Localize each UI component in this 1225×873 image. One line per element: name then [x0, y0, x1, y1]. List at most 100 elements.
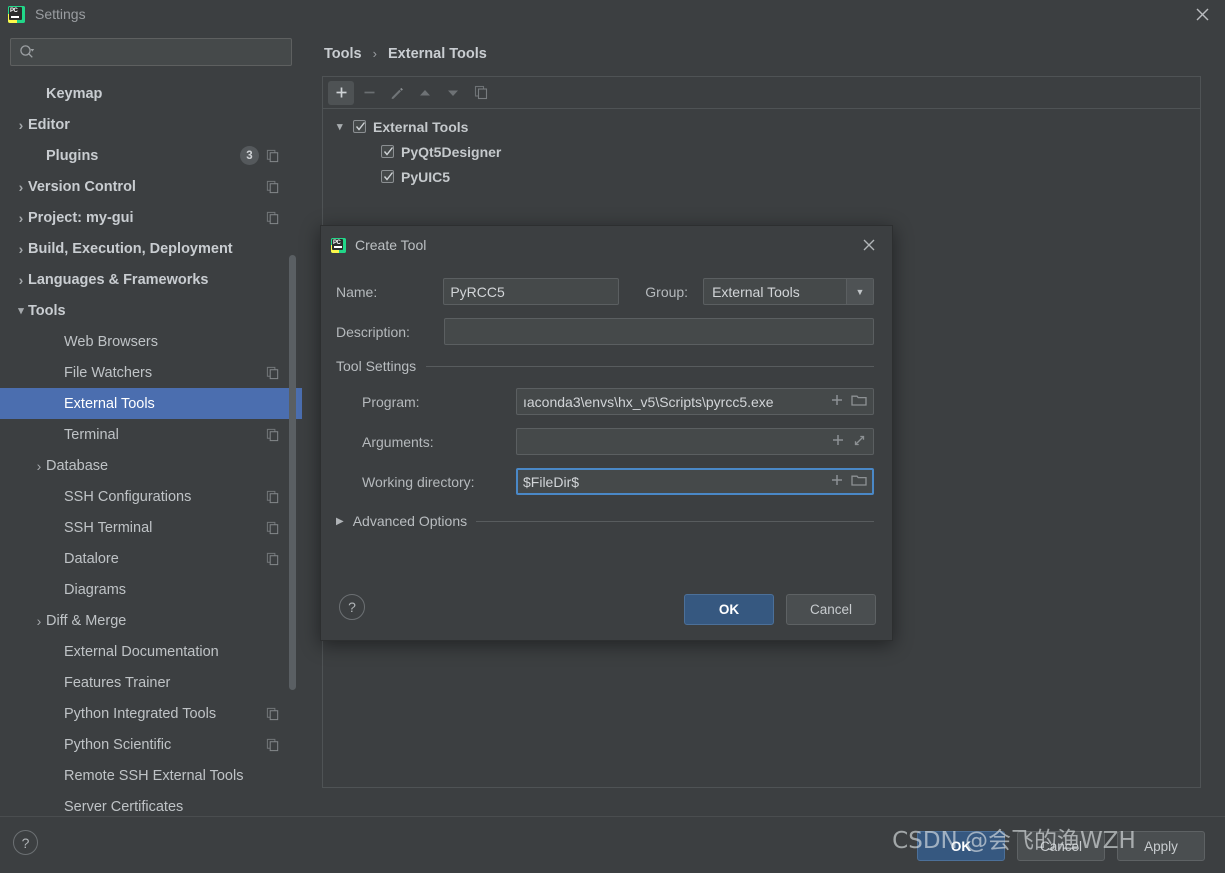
arguments-row: Arguments: [336, 428, 874, 455]
advanced-options-row[interactable]: ▶ Advanced Options [336, 513, 874, 529]
chevron-right-icon[interactable]: › [14, 210, 28, 226]
tool-checkbox[interactable] [381, 170, 394, 183]
chevron-right-icon[interactable]: › [32, 458, 46, 474]
sidebar-item-terminal[interactable]: Terminal [0, 419, 302, 450]
chevron-right-icon[interactable]: › [14, 272, 28, 288]
sidebar-item-ssh-terminal[interactable]: SSH Terminal [0, 512, 302, 543]
copy-settings-icon[interactable] [266, 180, 280, 194]
close-icon[interactable] [1179, 0, 1225, 28]
sidebar-item-database[interactable]: › Database [0, 450, 302, 481]
dialog-titlebar: PC Create Tool [321, 226, 892, 264]
sidebar-item-python-integrated-tools[interactable]: Python Integrated Tools [0, 698, 302, 729]
folder-icon[interactable] [851, 473, 867, 490]
program-value: ıaconda3\envs\hx_v5\Scripts\pyrcc5.exe [523, 393, 774, 410]
sidebar-item-diagrams[interactable]: Diagrams [0, 574, 302, 605]
search-input[interactable] [35, 44, 291, 60]
help-button[interactable]: ? [13, 830, 38, 855]
chevron-right-icon[interactable]: ▶ [336, 516, 344, 527]
sidebar-item-label: Plugins [46, 147, 99, 164]
edit-button[interactable] [384, 81, 410, 105]
group-dropdown[interactable]: External Tools ▼ [703, 278, 874, 305]
ok-button[interactable]: OK [917, 831, 1005, 861]
sidebar-item-web-browsers[interactable]: Web Browsers [0, 326, 302, 357]
sidebar-item-external-tools[interactable]: External Tools [0, 388, 302, 419]
tool-checkbox[interactable] [353, 120, 366, 133]
copy-settings-icon[interactable] [266, 211, 280, 225]
breadcrumb-parent[interactable]: Tools [324, 46, 362, 62]
sidebar-item-external-documentation[interactable]: External Documentation [0, 636, 302, 667]
breadcrumb: Tools › External Tools [322, 40, 1201, 76]
cancel-button[interactable]: Cancel [1017, 831, 1105, 861]
tool-tree-item[interactable]: PyQt5Designer [323, 139, 1200, 164]
external-tools-tree: ▾ External Tools PyQt5Designer PyUIC5 [323, 109, 1200, 189]
sidebar-item-python-scientific[interactable]: Python Scientific [0, 729, 302, 760]
insert-macro-icon[interactable] [830, 393, 844, 410]
sidebar-item-plugins[interactable]: Plugins 3 [0, 140, 302, 171]
settings-sidebar: Keymap › Editor Plugins 3 › Version Control › Pr… [0, 28, 302, 816]
folder-icon[interactable] [851, 393, 867, 410]
sidebar-item-label: Tools [28, 302, 66, 319]
copy-settings-icon[interactable] [266, 490, 280, 504]
copy-settings-icon[interactable] [266, 521, 280, 535]
arguments-field[interactable] [516, 428, 874, 455]
tool-checkbox[interactable] [381, 145, 394, 158]
chevron-down-icon[interactable]: ▾ [14, 304, 28, 317]
search-box[interactable] [10, 38, 292, 66]
copy-settings-icon[interactable] [266, 552, 280, 566]
tool-tree-item-label: External Tools [373, 118, 469, 135]
dialog-ok-button[interactable]: OK [684, 594, 774, 625]
working-directory-value: $FileDir$ [523, 473, 580, 490]
insert-macro-icon[interactable] [831, 433, 845, 450]
search-container [0, 28, 302, 66]
tool-tree-item[interactable]: ▾ External Tools [323, 114, 1200, 139]
sidebar-item-keymap[interactable]: Keymap [0, 78, 302, 109]
chevron-right-icon[interactable]: › [14, 241, 28, 257]
sidebar-item-ssh-configurations[interactable]: SSH Configurations [0, 481, 302, 512]
sidebar-item-remote-ssh-external-tools[interactable]: Remote SSH External Tools [0, 760, 302, 791]
sidebar-item-diff-merge[interactable]: › Diff & Merge [0, 605, 302, 636]
advanced-options-label: Advanced Options [352, 513, 468, 529]
sidebar-item-build-execution-deployment[interactable]: › Build, Execution, Deployment [0, 233, 302, 264]
add-button[interactable] [328, 80, 354, 105]
copy-button[interactable] [468, 81, 494, 105]
name-field[interactable]: PyRCC5 [443, 278, 620, 305]
chevron-right-icon[interactable]: › [32, 613, 46, 629]
copy-icon [474, 85, 487, 100]
settings-window: PC Settings Keymap › Editor Plugins 3 › … [0, 0, 1225, 873]
insert-macro-icon[interactable] [830, 473, 844, 490]
sidebar-item-features-trainer[interactable]: Features Trainer [0, 667, 302, 698]
remove-button[interactable] [356, 81, 382, 105]
sidebar-item-editor[interactable]: › Editor [0, 109, 302, 140]
move-up-button[interactable] [412, 81, 438, 105]
expand-icon[interactable] [852, 433, 867, 451]
copy-settings-icon[interactable] [266, 366, 280, 380]
sidebar-item-tools[interactable]: ▾ Tools [0, 295, 302, 326]
copy-settings-icon[interactable] [266, 738, 280, 752]
sidebar-item-file-watchers[interactable]: File Watchers [0, 357, 302, 388]
chevron-right-icon[interactable]: › [14, 117, 28, 133]
move-down-button[interactable] [440, 81, 466, 105]
working-directory-field[interactable]: $FileDir$ [516, 468, 874, 495]
copy-settings-icon[interactable] [266, 149, 280, 163]
description-field[interactable] [444, 318, 874, 345]
sidebar-item-server-certificates[interactable]: Server Certificates [0, 791, 302, 816]
apply-button[interactable]: Apply [1117, 831, 1205, 861]
copy-settings-icon[interactable] [266, 707, 280, 721]
sidebar-item-label: Features Trainer [64, 674, 171, 691]
sidebar-item-datalore[interactable]: Datalore [0, 543, 302, 574]
description-row: Description: [336, 318, 874, 345]
chevron-right-icon[interactable]: › [14, 179, 28, 195]
program-field-icons [824, 393, 867, 410]
tool-tree-item[interactable]: PyUIC5 [323, 164, 1200, 189]
dialog-help-button[interactable]: ? [339, 594, 365, 620]
sidebar-item-languages-frameworks[interactable]: › Languages & Frameworks [0, 264, 302, 295]
program-field[interactable]: ıaconda3\envs\hx_v5\Scripts\pyrcc5.exe [516, 388, 874, 415]
chevron-down-icon[interactable]: ▾ [337, 120, 353, 133]
sidebar-scrollbar-thumb[interactable] [289, 255, 296, 690]
sidebar-item-version-control[interactable]: › Version Control [0, 171, 302, 202]
dialog-cancel-button[interactable]: Cancel [786, 594, 876, 625]
chevron-down-icon[interactable]: ▼ [846, 279, 873, 304]
sidebar-item-project-my-gui[interactable]: › Project: my-gui [0, 202, 302, 233]
dialog-close-icon[interactable] [858, 234, 880, 256]
copy-settings-icon[interactable] [266, 428, 280, 442]
